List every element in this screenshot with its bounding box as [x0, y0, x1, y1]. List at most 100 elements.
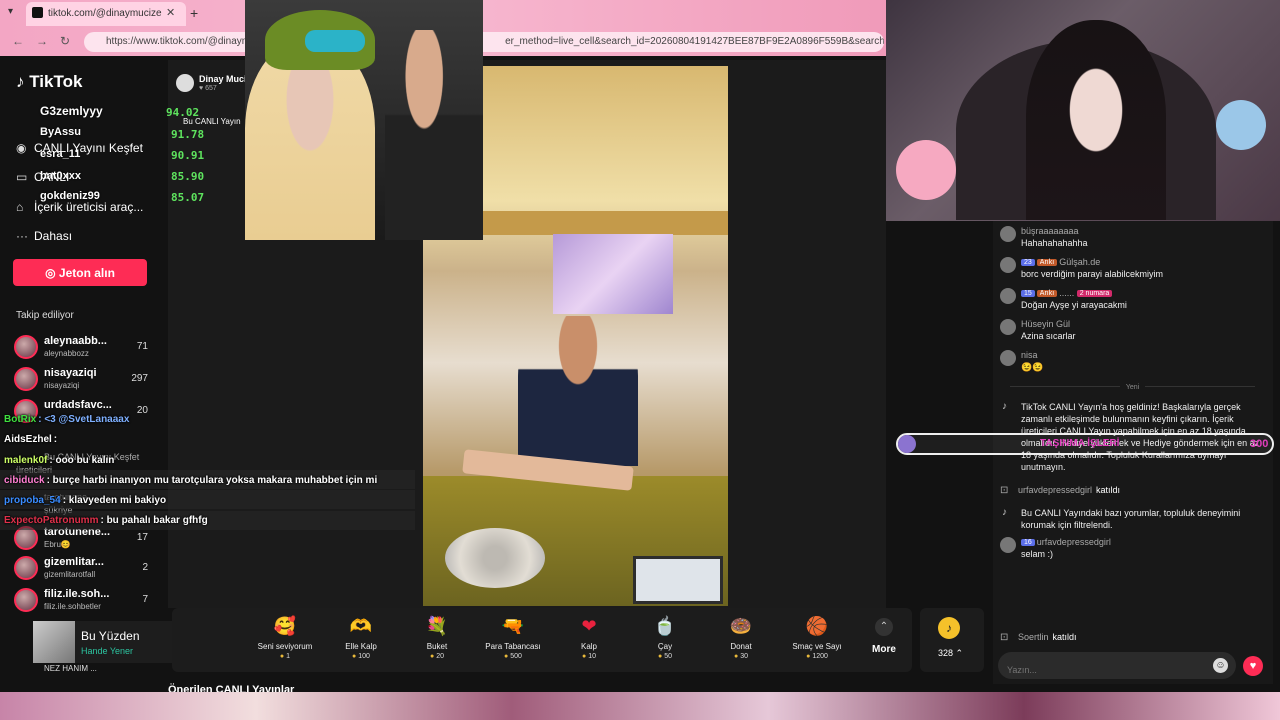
tiktok-favicon-icon	[32, 7, 43, 18]
forward-icon[interactable]: →	[36, 34, 48, 48]
join-user[interactable]: Soertlin	[1018, 632, 1049, 642]
following-item[interactable]: gizemlitar... gizemlitarotfall 2	[14, 556, 164, 586]
gift-item[interactable]: 🥰 Seni seviyorum 1	[249, 614, 321, 660]
join-user[interactable]: urfavdepressedgirl	[1018, 485, 1092, 495]
url-text-tail: er_method=live_cell&search_id=2026080419…	[505, 36, 884, 47]
score-value: 90.91	[171, 149, 205, 162]
video-streamer	[518, 316, 638, 466]
join-icon: ⊡	[1000, 485, 1009, 496]
following-name: nisayaziqi	[44, 367, 97, 379]
chat-text: borc verdiğim parayi alabilcekmiyim	[1021, 269, 1164, 279]
following-name: gizemlitar...	[44, 556, 104, 568]
url-text: https://www.tiktok.com/@dinaym	[106, 36, 251, 47]
nav-creator-tools[interactable]: ⌂ İçerik üreticisi araç...	[16, 200, 143, 214]
score-value: 85.07	[171, 191, 205, 204]
chat-user[interactable]: urfavdepressedgirl	[1037, 537, 1111, 547]
chat-user[interactable]: Gülşah.de	[1059, 257, 1100, 267]
bouquet-icon: 💐	[425, 616, 449, 636]
gift-item[interactable]: 🍩 Donat 30	[705, 614, 777, 660]
webcam-plush	[1216, 100, 1266, 150]
chat-text: selam :)	[1021, 549, 1054, 559]
nav-live[interactable]: ▭ CANLI	[16, 170, 69, 184]
get-coins-button[interactable]: ◎ Jeton alın	[13, 259, 147, 286]
following-name: urdadsfavc...	[44, 399, 112, 411]
viewer-count: 2	[142, 562, 148, 573]
overlay-chat-line: propoba_54: klavyeden mi bakiyo	[4, 495, 166, 506]
overlay-chat-text: :	[53, 434, 58, 445]
heart-icon: ❤	[581, 616, 597, 636]
system-text: Bu CANLI Yayındaki bazı yorumlar, toplul…	[1021, 508, 1241, 530]
level-badge: 16	[1021, 539, 1035, 546]
overlay-chat-text: : bu pahalı bakar gfhfg	[100, 515, 208, 526]
more-icon: ···	[16, 229, 28, 243]
reload-icon[interactable]: ↻	[60, 34, 70, 48]
overlay-chat-user: ExpectoPatronumm	[4, 515, 99, 526]
nav-live-explore[interactable]: ◉ CANLI Yayını Keşfet	[16, 141, 143, 155]
chat-text: 😉😉	[1021, 362, 1044, 372]
song-artist: Hande Yener	[81, 646, 134, 656]
overlay-chat-user: BotRix	[4, 414, 37, 425]
overlay-name: ByAssu	[40, 126, 81, 138]
goal-bar-knob	[898, 435, 916, 453]
gift-item[interactable]: 💐 Buket 20	[401, 614, 473, 660]
back-icon[interactable]: ←	[12, 34, 24, 48]
tiktok-icon: ♪	[1002, 401, 1007, 412]
goal-bar-label: TAŞINMA İŞLERİ	[1040, 438, 1120, 449]
fan-badge: Arıkı	[1036, 259, 1058, 266]
avatar	[1000, 226, 1016, 242]
desktop-wallpaper-strip	[0, 692, 1280, 720]
rank-badge: 2 numara	[1076, 290, 1113, 297]
browser-tab[interactable]: tiktok.com/@dinaymucize	[26, 2, 186, 26]
address-bar[interactable]: https://www.tiktok.com/@dinaym er_method=…	[84, 32, 884, 52]
close-tab-icon[interactable]: ✕	[166, 6, 175, 19]
live-icon: ◉	[16, 141, 27, 155]
basketball-icon: 🏀	[805, 616, 829, 636]
following-item[interactable]: tarotunene... Ebru😊 17	[14, 526, 164, 556]
following-handle: aleynabbozz	[44, 349, 89, 358]
new-messages-divider: Yeni	[1000, 384, 1265, 391]
following-item[interactable]: nisayaziqi nisayaziqi 297	[14, 367, 164, 397]
tiktok-logo[interactable]: ♪ TikTok	[16, 72, 82, 92]
more-gifts-button[interactable]: ⌃ More	[866, 618, 902, 655]
like-heart-icon[interactable]: ♥	[1243, 656, 1263, 676]
gift-name: Kalp	[580, 642, 597, 651]
coin-count: 328	[938, 648, 954, 658]
gift-item[interactable]: 🫶 Elle Kalp 100	[325, 614, 397, 660]
gift-item[interactable]: 🔫 Para Tabancası 500	[477, 614, 549, 660]
chat-user[interactable]: nisa	[1021, 350, 1038, 360]
overlay-chat-text: : klavyeden mi bakiyo	[62, 495, 167, 506]
tea-icon: 🍵	[653, 616, 677, 636]
gift-item[interactable]: ❤ Kalp 10	[553, 614, 625, 660]
song-title: Bu Yüzden	[81, 629, 140, 643]
gift-name: Elle Kalp	[345, 642, 377, 651]
overlay-chat-line: ExpectoPatronumm: bu pahalı bakar gfhfg	[4, 515, 208, 526]
overlay-chat-line: malenk0f: ooo bu kalın	[4, 455, 114, 466]
gift-name: Smaç ve Sayı	[792, 642, 842, 651]
avatar	[1000, 350, 1016, 366]
following-handle: Ebru😊	[44, 540, 71, 549]
avatar	[14, 367, 38, 391]
following-item[interactable]: aleynaabb... aleynabbozz 71	[14, 335, 164, 365]
photo-goggles	[305, 30, 365, 52]
new-tab-icon[interactable]: +	[190, 5, 198, 21]
tab-list-icon[interactable]: ▾	[8, 6, 13, 17]
host-avatar[interactable]	[176, 74, 194, 92]
gift-name: Seni seviyorum	[257, 642, 313, 651]
gift-item[interactable]: 🍵 Çay 50	[629, 614, 701, 660]
overlay-chat-line: BotRix: <3 @SvetLanaaax	[4, 414, 129, 425]
viewer-count: 7	[142, 594, 148, 605]
following-item[interactable]: filiz.ile.soh... filiz.ile.sohbetler 7	[14, 588, 164, 618]
gift-price: 1	[249, 653, 321, 660]
chat-user[interactable]: Hüseyin Gül	[1021, 319, 1070, 329]
chat-text: Hahahahahahha	[1021, 238, 1088, 248]
emoji-icon[interactable]: ☺	[1213, 658, 1228, 673]
gift-price: 1200	[781, 653, 853, 660]
chat-user[interactable]: büşraaaaaaaa	[1021, 226, 1079, 236]
gift-item[interactable]: 🏀 Smaç ve Sayı 1200	[781, 614, 853, 660]
avatar	[1000, 288, 1016, 304]
chat-user[interactable]: ......	[1059, 288, 1074, 298]
nav-more[interactable]: ··· Dahası	[16, 229, 72, 243]
donut-icon: 🍩	[729, 616, 753, 636]
chat-input[interactable]	[998, 652, 1236, 679]
avatar	[1000, 319, 1016, 335]
